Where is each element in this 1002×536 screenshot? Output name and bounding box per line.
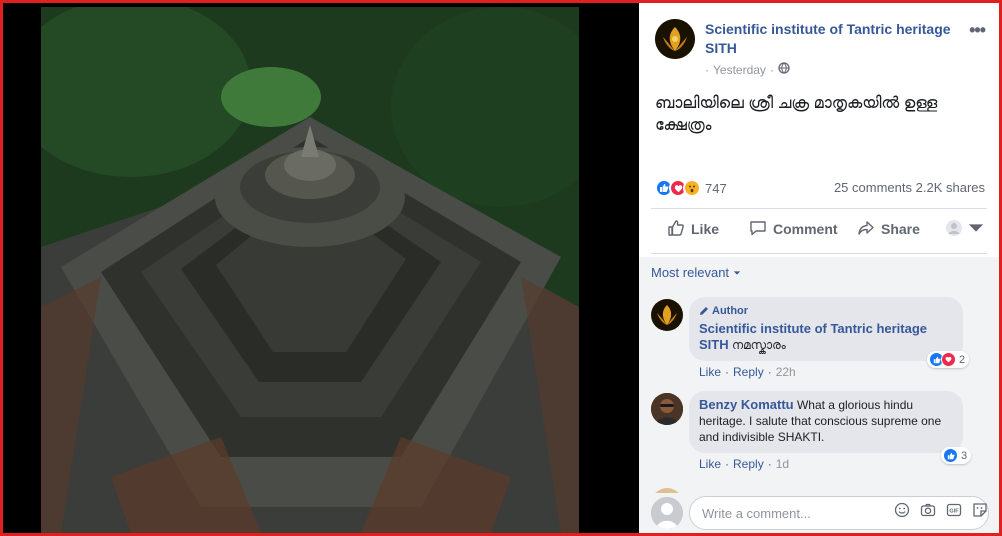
post-panel: Scientific institute of Tantric heritage… bbox=[639, 3, 999, 533]
sort-comments-dropdown[interactable]: Most relevant bbox=[651, 265, 741, 280]
comment-text: നമസ്കാരം bbox=[731, 338, 786, 352]
comment-reaction-count: 3 bbox=[961, 449, 968, 462]
post-text: ബാലിയിലെ ശ്രീ ചക്ര മാതൃകയിൽ ഉള്ള ക്ഷേത്ര… bbox=[655, 95, 938, 134]
comment-bubble: Author Scientific institute of Tantric h… bbox=[689, 297, 963, 361]
reaction-count[interactable]: 747 bbox=[705, 181, 727, 196]
svg-text:GIF: GIF bbox=[949, 509, 959, 515]
current-user-avatar bbox=[651, 497, 683, 529]
temple-aerial-photo[interactable] bbox=[41, 7, 579, 533]
meta-dot: · bbox=[705, 62, 709, 77]
separator: · bbox=[767, 457, 772, 471]
post-actions: Like Comment Share bbox=[651, 211, 987, 247]
wow-reaction-icon bbox=[683, 179, 701, 197]
reaction-summary[interactable]: 747 bbox=[655, 179, 727, 197]
meta-dot: · bbox=[769, 62, 774, 77]
comment-input-tools: GIF bbox=[893, 501, 989, 519]
comment-reactions[interactable]: 2 bbox=[927, 351, 970, 368]
post-stats: 747 25 comments 2.2K shares bbox=[655, 177, 985, 199]
comment-like-link[interactable]: Like bbox=[699, 365, 721, 379]
comments-count[interactable]: 25 comments bbox=[834, 180, 912, 195]
more-options-icon[interactable]: ••• bbox=[969, 20, 986, 41]
share-icon bbox=[857, 219, 875, 240]
sort-label: Most relevant bbox=[651, 265, 730, 280]
pencil-icon bbox=[700, 307, 708, 315]
comment-time[interactable]: 1d bbox=[776, 457, 789, 471]
comment-actions: Like · Reply · 22h bbox=[699, 365, 796, 379]
separator: · bbox=[725, 457, 730, 471]
comment-item: Benzy Komattu What a glorious hindu heri… bbox=[651, 391, 991, 477]
shares-count[interactable]: 2.2K shares bbox=[916, 180, 985, 195]
comment-button[interactable]: Comment bbox=[749, 219, 838, 240]
sticker-icon[interactable] bbox=[971, 501, 989, 519]
comment-reactions[interactable]: 3 bbox=[941, 447, 972, 464]
post-timestamp[interactable]: Yesterday bbox=[713, 63, 766, 77]
divider bbox=[651, 208, 987, 209]
comment-reaction-count: 2 bbox=[959, 353, 966, 366]
gif-icon[interactable]: GIF bbox=[945, 501, 963, 519]
like-reaction-icon bbox=[943, 448, 958, 463]
caret-down-icon bbox=[733, 271, 740, 275]
comments-section: Most relevant Author Scientific institut… bbox=[639, 257, 999, 533]
view-as-selector[interactable] bbox=[945, 219, 985, 240]
comment-actions: Like · Reply · 1d bbox=[699, 457, 789, 471]
profile-silhouette-icon bbox=[945, 219, 963, 240]
commenter-avatar[interactable] bbox=[651, 299, 683, 331]
photo-viewer bbox=[3, 3, 639, 533]
separator: · bbox=[725, 365, 730, 379]
write-comment-row: Write a comment... GIF bbox=[639, 493, 999, 533]
love-reaction-icon bbox=[941, 352, 956, 367]
thumbs-up-icon bbox=[667, 219, 685, 240]
divider bbox=[651, 253, 987, 254]
page-avatar[interactable] bbox=[655, 19, 695, 59]
separator: · bbox=[767, 365, 772, 379]
commenter-avatar[interactable] bbox=[651, 393, 683, 425]
share-label: Share bbox=[881, 221, 920, 237]
post-meta: · Yesterday · bbox=[705, 62, 790, 77]
share-button[interactable]: Share bbox=[857, 219, 920, 240]
temple-illustration bbox=[41, 7, 579, 533]
author-badge-label: Author bbox=[712, 305, 749, 317]
comment-label: Comment bbox=[773, 221, 838, 237]
emoji-icon[interactable] bbox=[893, 501, 911, 519]
comment-time[interactable]: 22h bbox=[776, 365, 796, 379]
camera-icon[interactable] bbox=[919, 501, 937, 519]
page-name-link[interactable]: Scientific institute of Tantric heritage… bbox=[705, 20, 965, 58]
comment-icon bbox=[749, 219, 767, 240]
comment-item: Author Scientific institute of Tantric h… bbox=[651, 297, 991, 383]
counts-right: 25 comments 2.2K shares bbox=[834, 180, 985, 195]
post-header: Scientific institute of Tantric heritage… bbox=[655, 16, 986, 86]
author-badge: Author bbox=[699, 303, 953, 319]
comment-reply-link[interactable]: Reply bbox=[733, 365, 764, 379]
chevron-down-icon bbox=[967, 219, 985, 240]
like-button[interactable]: Like bbox=[667, 219, 719, 240]
comment-placeholder: Write a comment... bbox=[702, 506, 811, 521]
comment-like-link[interactable]: Like bbox=[699, 457, 721, 471]
comment-reply-link[interactable]: Reply bbox=[733, 457, 764, 471]
comment-bubble: Benzy Komattu What a glorious hindu heri… bbox=[689, 391, 963, 453]
like-label: Like bbox=[691, 221, 720, 237]
globe-icon bbox=[778, 62, 790, 77]
commenter-name[interactable]: Benzy Komattu bbox=[699, 397, 794, 412]
